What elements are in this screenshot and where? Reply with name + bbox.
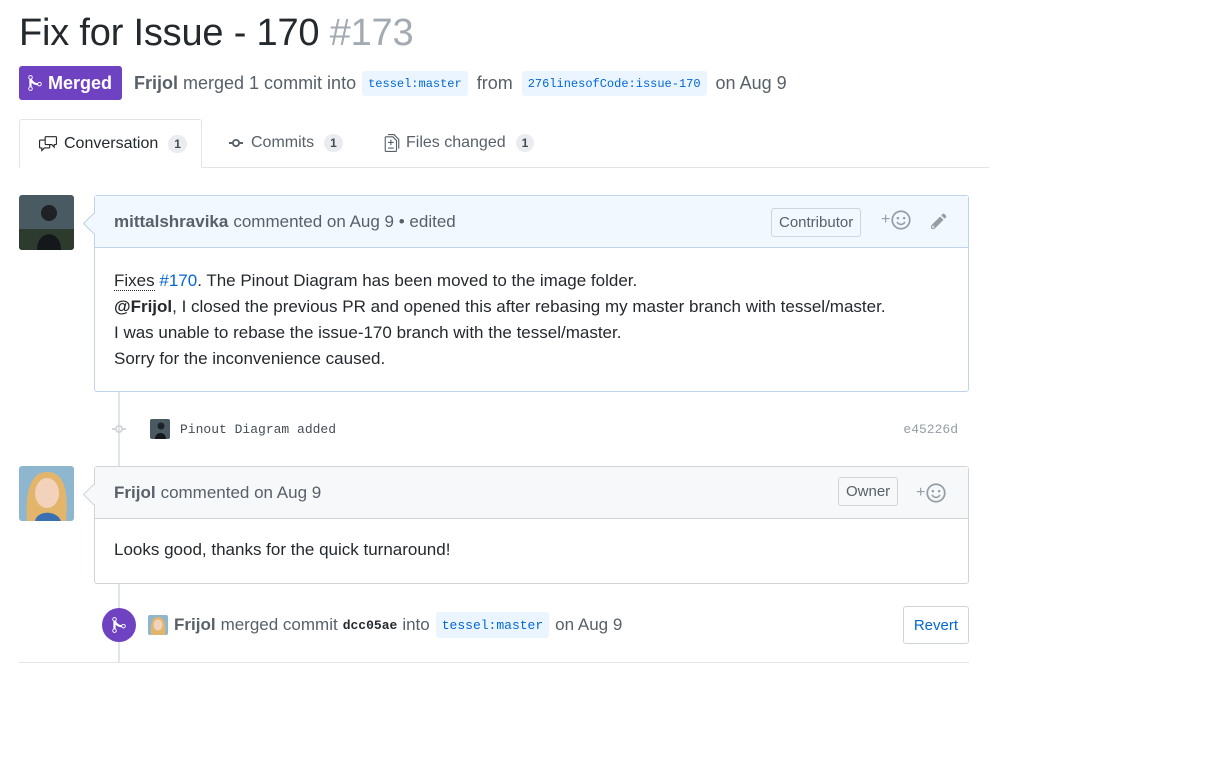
avatar[interactable] <box>148 615 168 635</box>
merged-text: merged 1 commit into <box>183 72 357 93</box>
plus-text: + <box>916 484 926 501</box>
merge-event-date[interactable]: on Aug 9 <box>555 615 622 635</box>
base-branch-ref[interactable]: tessel:master <box>362 70 468 96</box>
add-reaction-button[interactable]: + <box>916 483 946 503</box>
merge-date: on Aug 9 <box>715 72 787 93</box>
pr-tabs: Conversation 1 Commits 1 Files changed 1 <box>19 119 989 168</box>
pr-merger-link[interactable]: Frijol <box>134 73 178 94</box>
timeline-divider <box>19 662 969 663</box>
comment-header: mittalshravika commented on Aug 9 • edit… <box>95 196 968 248</box>
into-text: into <box>402 615 430 634</box>
git-merge-icon <box>28 75 42 91</box>
comment-line: I was unable to rebase the issue-170 bra… <box>114 323 622 342</box>
comment-line: Fixes #170. The Pinout Diagram has been … <box>114 268 949 294</box>
from-text: from <box>476 72 513 93</box>
comment-line: @Frijol, I closed the previous PR and op… <box>114 294 949 320</box>
avatar[interactable] <box>150 419 170 439</box>
fixes-keyword: Fixes <box>114 271 155 291</box>
tab-files-changed-label: Files changed <box>406 134 506 151</box>
commit-sha-link[interactable]: e45226d <box>903 422 958 437</box>
smiley-icon <box>891 210 911 230</box>
commit-message-link[interactable]: Pinout Diagram added <box>180 422 336 437</box>
revert-button[interactable]: Revert <box>902 606 969 644</box>
pr-number: #173 <box>329 12 414 54</box>
avatar[interactable] <box>19 195 74 250</box>
comment-body: Fixes #170. The Pinout Diagram has been … <box>95 248 968 392</box>
git-commit-icon <box>227 135 245 151</box>
comment-line: Sorry for the inconvenience caused. <box>114 349 386 368</box>
merge-event: Frijol merged commit dcc05ae into tessel… <box>102 606 969 644</box>
smiley-icon <box>926 483 946 503</box>
git-commit-icon <box>112 425 126 433</box>
comment-line-text: , I closed the previous PR and opened th… <box>172 297 886 316</box>
file-diff-icon <box>384 134 400 152</box>
commit-item: Pinout Diagram added e45226d <box>108 416 968 442</box>
comment-box: mittalshravika commented on Aug 9 • edit… <box>94 195 969 392</box>
tab-commits-label: Commits <box>251 134 315 151</box>
comment-body: Looks good, thanks for the quick turnaro… <box>114 540 451 559</box>
plus-text: + <box>881 211 891 228</box>
tab-commits-count: 1 <box>324 134 343 152</box>
tab-conversation-label: Conversation <box>64 134 159 152</box>
user-mention[interactable]: @Frijol <box>114 297 172 316</box>
base-branch-ref[interactable]: tessel:master <box>435 612 550 638</box>
git-merge-icon <box>112 617 126 633</box>
tab-conversation-count: 1 <box>168 134 187 153</box>
comment-meta[interactable]: commented on Aug 9 • edited <box>233 212 455 232</box>
comment-box: Frijol commented on Aug 9 Owner + Looks … <box>94 466 969 584</box>
edit-button[interactable] <box>930 212 948 230</box>
add-reaction-button[interactable]: + <box>881 210 911 230</box>
tab-conversation[interactable]: Conversation 1 <box>19 119 202 168</box>
contributor-badge: Contributor <box>771 208 862 237</box>
comment-author-link[interactable]: mittalshravika <box>114 212 228 232</box>
comment-line-text: . The Pinout Diagram has been moved to t… <box>197 271 638 290</box>
comment-author-link[interactable]: Frijol <box>114 483 156 503</box>
pr-title-text: Fix for Issue - 170 <box>19 12 320 54</box>
comment-meta[interactable]: commented on Aug 9 <box>161 483 322 503</box>
merge-commit-sha-link[interactable]: dcc05ae <box>343 618 398 633</box>
pencil-icon <box>931 213 947 229</box>
pr-meta: Merged Frijol merged 1 commit into tesse… <box>19 66 792 100</box>
comment-header: Frijol commented on Aug 9 Owner + <box>95 467 968 519</box>
merge-event-badge <box>102 608 136 642</box>
head-branch-ref[interactable]: 276linesofCode:issue-170 <box>521 70 707 96</box>
tab-commits[interactable]: Commits 1 <box>227 119 343 167</box>
issue-link[interactable]: #170 <box>159 271 197 290</box>
comment-discussion-icon <box>38 135 58 153</box>
merge-author-link[interactable]: Frijol <box>174 615 216 635</box>
avatar[interactable] <box>19 466 74 521</box>
pr-title: Fix for Issue - 170 #173 <box>19 12 414 55</box>
owner-badge: Owner <box>838 477 899 506</box>
merged-state-badge: Merged <box>19 66 123 100</box>
tab-files-changed[interactable]: Files changed 1 <box>384 119 535 167</box>
tab-files-changed-count: 1 <box>515 134 535 152</box>
merged-state-label: Merged <box>48 72 113 93</box>
merge-text: merged commit <box>220 615 338 634</box>
